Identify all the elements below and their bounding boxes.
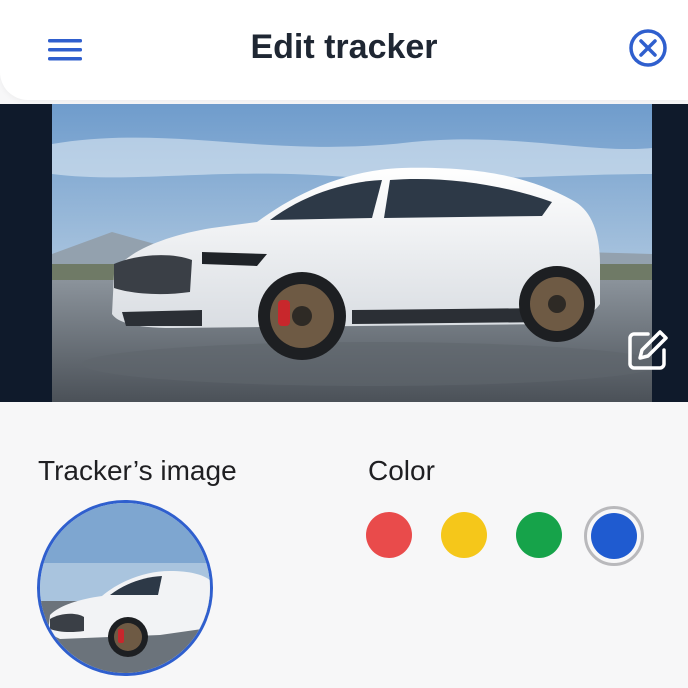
close-button[interactable]	[626, 26, 670, 70]
edit-photo-button[interactable]	[624, 326, 672, 374]
app-header: Edit tracker	[0, 0, 688, 100]
tracker-photo-banner	[0, 104, 688, 402]
close-circle-icon	[629, 29, 667, 67]
color-swatch-red[interactable]	[366, 512, 412, 558]
color-swatch-blue[interactable]	[591, 513, 637, 559]
car-photo	[52, 104, 652, 402]
edit-pencil-icon	[628, 330, 668, 370]
color-swatch-yellow[interactable]	[441, 512, 487, 558]
color-swatch-green[interactable]	[516, 512, 562, 558]
tracker-image-label: Tracker’s image	[38, 455, 237, 486]
color-label: Color	[368, 455, 435, 486]
avatar-car-photo	[40, 503, 210, 673]
tracker-image-avatar[interactable]	[37, 500, 213, 676]
page-title: Edit tracker	[250, 28, 438, 66]
